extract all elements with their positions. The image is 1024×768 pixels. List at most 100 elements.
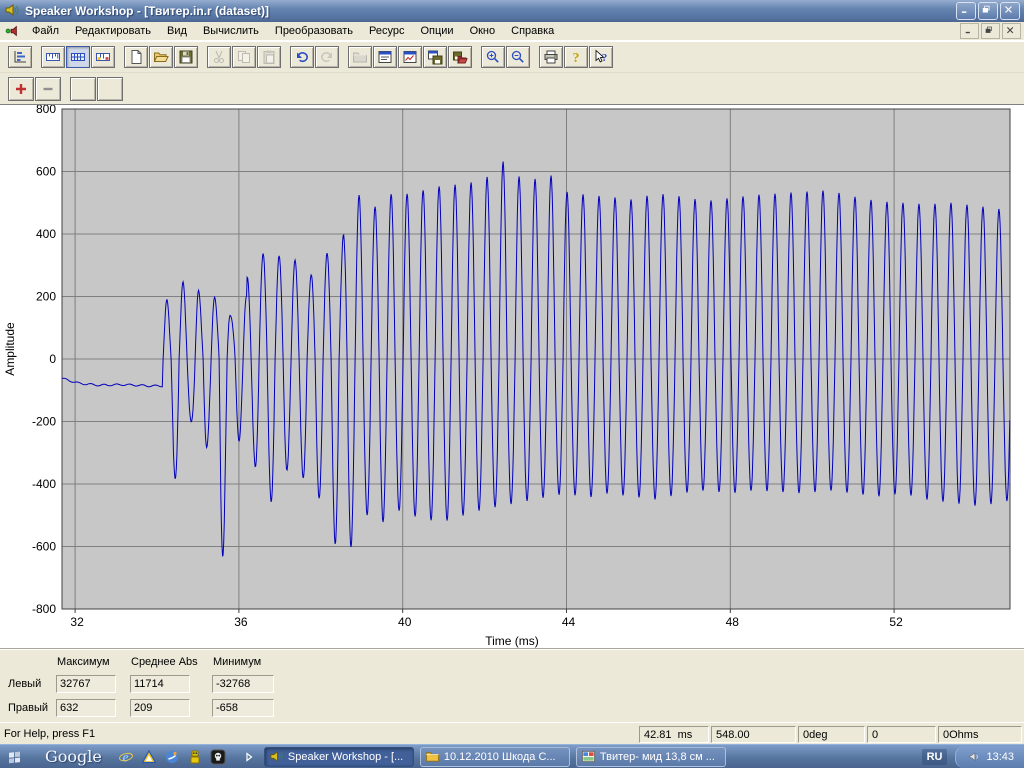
y-tick-label: 0 (49, 352, 56, 366)
menu-item-9[interactable]: Справка (503, 23, 562, 39)
ruler-color-icon (95, 49, 111, 65)
x-tick-label: 32 (70, 615, 84, 629)
save-window-button[interactable] (423, 46, 447, 68)
ie-icon[interactable]: e (118, 748, 135, 765)
blank (75, 81, 91, 97)
redo-icon (319, 49, 335, 65)
clock[interactable]: 13:43 (986, 751, 1014, 763)
window-notes-button[interactable] (373, 46, 397, 68)
speaker-icon (269, 749, 284, 764)
blank-button[interactable] (70, 77, 96, 101)
print-button[interactable] (539, 46, 563, 68)
save-folder-icon (452, 49, 468, 65)
window-title: Speaker Workshop - [Твитер.in.r (dataset… (25, 4, 954, 18)
menu-items: ФайлРедактироватьВидВычислитьПреобразова… (24, 23, 562, 39)
skull-icon[interactable] (210, 748, 227, 765)
messenger-icon[interactable] (164, 748, 181, 765)
add-button[interactable] (8, 77, 34, 101)
chevron-right-icon[interactable] (241, 748, 258, 765)
menu-item-4[interactable]: Вычислить (195, 23, 267, 39)
y-axis-label: Amplitude (3, 322, 17, 376)
menu-item-1[interactable]: Файл (24, 23, 67, 39)
task-button-3[interactable]: Твитер- мид 13,8 см ... (576, 747, 726, 767)
zoom-out-button[interactable] (506, 46, 530, 68)
stats-col-header: Максимум (57, 656, 110, 668)
stats-value: 209 (130, 699, 190, 717)
waveform-chart: 8006004002000-200-400-600-80032364044485… (0, 104, 1024, 649)
toolbar-group (70, 77, 124, 101)
stats-col-header: Среднее Abs (131, 656, 198, 668)
child-minimize-button[interactable] (960, 23, 979, 39)
task-button-2[interactable]: 10.12.2010 Шкода С... (420, 747, 570, 767)
zoom-in-icon (485, 49, 501, 65)
main-toolbar: ?? (0, 41, 1024, 72)
cut-icon (211, 49, 227, 65)
folder-icon (352, 49, 368, 65)
volume-icon[interactable] (968, 750, 981, 763)
levels-button[interactable] (8, 46, 32, 68)
new-document-button[interactable] (124, 46, 148, 68)
menu-item-6[interactable]: Ресурс (361, 23, 412, 39)
save-folder-button[interactable] (448, 46, 472, 68)
child-close-button[interactable] (1002, 23, 1021, 39)
robot-icon[interactable] (187, 748, 204, 765)
folder-button (348, 46, 372, 68)
menu-item-3[interactable]: Вид (159, 23, 195, 39)
ruler-button[interactable] (41, 46, 65, 68)
stats-col-header: Минимум (213, 656, 261, 668)
menu-item-5[interactable]: Преобразовать (267, 23, 361, 39)
y-tick-label: -200 (32, 415, 56, 429)
quick-launch-bar: e (112, 748, 227, 765)
redo-button (315, 46, 339, 68)
window-notes-icon (377, 49, 393, 65)
task-label: Твитер- мид 13,8 см ... (600, 751, 715, 763)
dataset-icon[interactable] (3, 24, 20, 39)
help-button[interactable]: ? (564, 46, 588, 68)
toolbar-group (8, 77, 62, 101)
save-icon (178, 49, 194, 65)
ruler-grid-button[interactable] (66, 46, 90, 68)
toolbar-group (41, 46, 116, 68)
status-message: For Help, press F1 (0, 728, 639, 740)
y-tick-label: 800 (36, 105, 56, 116)
paste-button (257, 46, 281, 68)
status-panel: 0 (867, 726, 936, 743)
windows-flag-icon[interactable] (6, 748, 23, 765)
speaker-icon (4, 2, 20, 21)
waveform-plot[interactable]: 8006004002000-200-400-600-80032364044485… (0, 105, 1024, 649)
restore-button[interactable] (978, 2, 998, 20)
open-folder-icon (153, 49, 169, 65)
context-help-icon: ? (593, 49, 609, 65)
window-chart-button[interactable] (398, 46, 422, 68)
zoom-in-button[interactable] (481, 46, 505, 68)
context-help-button[interactable]: ? (589, 46, 613, 68)
remove-button[interactable] (35, 77, 61, 101)
open-folder-button[interactable] (149, 46, 173, 68)
x-tick-label: 48 (726, 615, 740, 629)
child-restore-button[interactable] (981, 23, 1000, 39)
triangle-icon[interactable] (141, 748, 158, 765)
undo-button[interactable] (290, 46, 314, 68)
menu-item-8[interactable]: Окно (462, 23, 504, 39)
menu-item-2[interactable]: Редактировать (67, 23, 159, 39)
minimize-button[interactable] (956, 2, 976, 20)
status-panel: 0deg (798, 726, 865, 743)
ruler-color-button[interactable] (91, 46, 115, 68)
toolbar-group (481, 46, 531, 68)
x-tick-label: 40 (398, 615, 412, 629)
language-indicator[interactable]: RU (922, 749, 948, 765)
toolbar-group: ?? (539, 46, 614, 68)
folder-icon (425, 749, 440, 764)
status-panel: 0Ohms (938, 726, 1022, 743)
task-button-1[interactable]: Speaker Workshop - [... (264, 747, 414, 767)
toolbar-group (348, 46, 473, 68)
menu-item-7[interactable]: Опции (412, 23, 461, 39)
stats-value: -658 (212, 699, 274, 717)
close-button[interactable] (1000, 2, 1020, 20)
statistics-panel: МаксимумСреднее AbsМинимумЛевый327671171… (0, 648, 1024, 723)
stats-row-label: Левый (8, 678, 41, 690)
blank-button[interactable] (97, 77, 123, 101)
levels-icon (12, 49, 28, 65)
save-button[interactable] (174, 46, 198, 68)
zoom-out-icon (510, 49, 526, 65)
